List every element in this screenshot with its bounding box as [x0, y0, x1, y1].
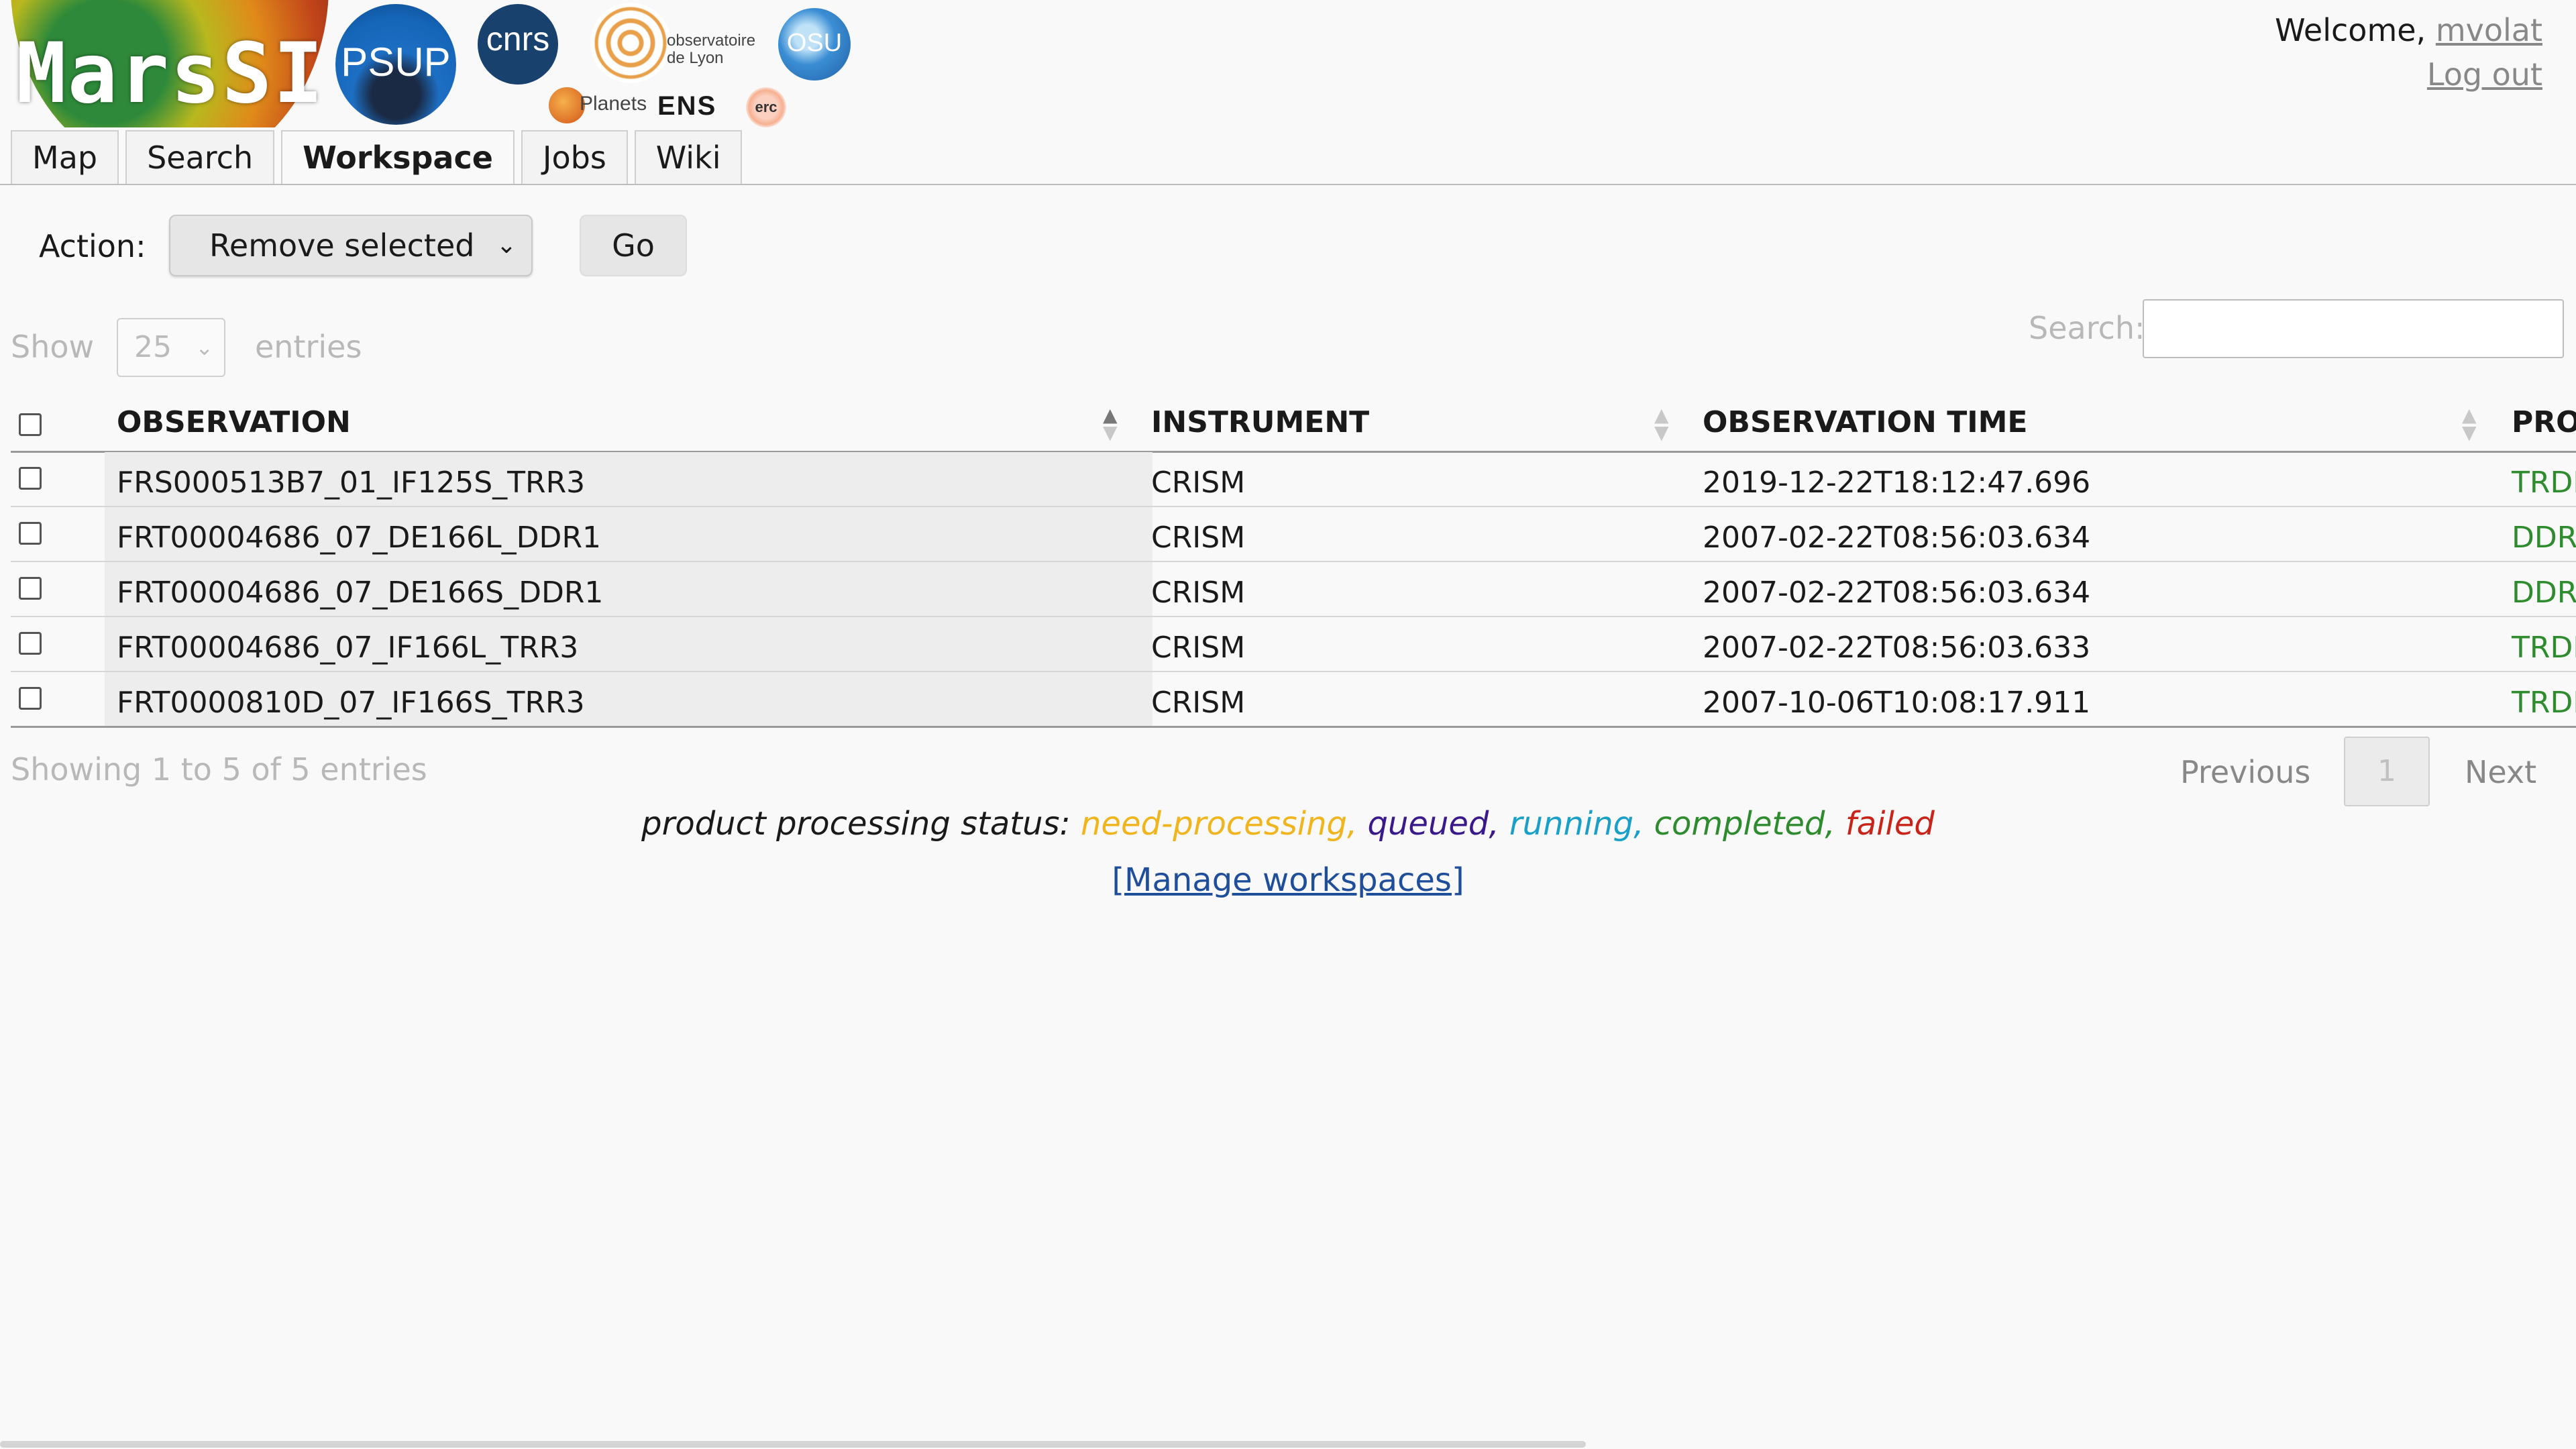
action-select-value: Remove selected	[209, 227, 475, 264]
main-tabs: Map Search Workspace Jobs Wiki	[11, 130, 749, 185]
column-header-observation[interactable]: OBSERVATION	[117, 405, 351, 439]
row-checkbox[interactable]	[19, 632, 42, 655]
entries-length-value: 25	[134, 330, 172, 364]
tab-map[interactable]: Map	[11, 130, 119, 184]
marssi-logo[interactable]: MarsSI	[11, 0, 329, 127]
row-observation-time: 2007-02-22T08:56:03.633	[1703, 631, 2091, 665]
psup-logo-text: PSUP	[341, 40, 451, 85]
chevron-down-icon: ⌄	[195, 335, 213, 360]
row-product[interactable]: DDR	[2512, 576, 2576, 610]
row-observation-time: 2007-02-22T08:56:03.634	[1703, 576, 2091, 610]
tab-workspace[interactable]: Workspace	[281, 130, 515, 184]
observatoire-lyon-text: observatoire de Lyon	[667, 32, 756, 67]
row-instrument: CRISM	[1151, 521, 1246, 555]
observatoire-lyon-logo[interactable]	[590, 3, 671, 83]
tab-divider	[0, 184, 2576, 185]
tab-jobs[interactable]: Jobs	[521, 130, 628, 184]
entries-label: entries	[255, 329, 362, 365]
action-select[interactable]: Remove selected ⌄	[169, 215, 533, 276]
go-button[interactable]: Go	[580, 215, 687, 276]
row-instrument: CRISM	[1151, 631, 1246, 665]
welcome-prefix: Welcome,	[2275, 12, 2426, 48]
tab-wiki[interactable]: Wiki	[634, 130, 743, 184]
row-product[interactable]: TRDR	[2512, 686, 2576, 720]
status-running: running,	[1509, 805, 1644, 843]
osu-logo[interactable]: OSU	[778, 8, 851, 80]
status-legend: product processing status: need-processi…	[0, 805, 2576, 843]
table-row[interactable]: FRT0000810D_07_IF166S_TRR3 CRISM 2007-10…	[11, 672, 2576, 726]
status-queued: queued,	[1367, 805, 1499, 843]
row-observation-time: 2019-12-22T18:12:47.696	[1703, 466, 2091, 500]
row-product[interactable]: TRDR	[2512, 631, 2576, 665]
marssi-logo-text: MarsSI	[16, 25, 325, 122]
table-row[interactable]: FRT00004686_07_IF166L_TRR3 CRISM 2007-02…	[11, 617, 2576, 672]
search-input[interactable]	[2143, 299, 2564, 358]
planets-logo-text[interactable]: Planets	[580, 93, 647, 115]
row-observation: FRT00004686_07_IF166L_TRR3	[117, 631, 579, 665]
row-observation: FRT00004686_07_DE166L_DDR1	[117, 521, 602, 555]
username-link[interactable]: mvolat	[2436, 12, 2542, 48]
next-page-button[interactable]: Next	[2465, 754, 2536, 790]
erc-logo[interactable]: erc	[746, 87, 786, 127]
manage-workspaces-link: [Manage workspaces]	[0, 861, 2576, 899]
row-product[interactable]: DDR	[2512, 521, 2576, 555]
psup-logo[interactable]: PSUP	[335, 4, 456, 125]
row-observation: FRT00004686_07_DE166S_DDR1	[117, 576, 604, 610]
row-observation: FRT0000810D_07_IF166S_TRR3	[117, 686, 585, 720]
welcome-text: Welcome, mvolat	[2275, 12, 2542, 48]
manage-workspaces-anchor[interactable]: [Manage workspaces]	[1112, 861, 1464, 899]
previous-page-button[interactable]: Previous	[2180, 754, 2310, 790]
row-observation-time: 2007-02-22T08:56:03.634	[1703, 521, 2091, 555]
row-checkbox[interactable]	[19, 467, 42, 490]
row-instrument: CRISM	[1151, 466, 1246, 500]
row-checkbox[interactable]	[19, 687, 42, 710]
show-label: Show	[11, 329, 95, 365]
table-bottom-divider	[11, 726, 2576, 728]
entries-length-select[interactable]: 25 ⌄	[117, 318, 225, 377]
sort-asc-icon[interactable]: ▲ ▼	[1103, 406, 1118, 442]
sort-both-icon[interactable]: ▲ ▼	[2462, 406, 2477, 442]
row-product[interactable]: TRDR	[2512, 466, 2576, 500]
chevron-down-icon: ⌄	[496, 231, 517, 259]
select-all-checkbox[interactable]	[19, 413, 42, 436]
column-header-observation-time[interactable]: OBSERVATION TIME	[1703, 405, 2027, 439]
page-1-button[interactable]: 1	[2344, 737, 2430, 806]
row-observation: FRS000513B7_01_IF125S_TRR3	[117, 466, 586, 500]
status-completed: completed,	[1654, 805, 1835, 843]
status-legend-prefix: product processing status:	[641, 805, 1071, 843]
logout-link[interactable]: Log out	[2427, 56, 2542, 93]
cnrs-logo[interactable]: cnrs	[478, 4, 558, 85]
status-need-processing: need-processing,	[1081, 805, 1358, 843]
search-label: Search:	[2029, 310, 2145, 346]
row-checkbox[interactable]	[19, 522, 42, 545]
sort-both-icon[interactable]: ▲ ▼	[1654, 406, 1669, 442]
table-row[interactable]: FRT00004686_07_DE166L_DDR1 CRISM 2007-02…	[11, 507, 2576, 562]
action-label: Action:	[39, 228, 146, 264]
table-row[interactable]: FRT00004686_07_DE166S_DDR1 CRISM 2007-02…	[11, 562, 2576, 617]
row-checkbox[interactable]	[19, 577, 42, 600]
row-instrument: CRISM	[1151, 576, 1246, 610]
row-observation-time: 2007-10-06T10:08:17.911	[1703, 686, 2091, 720]
table-info: Showing 1 to 5 of 5 entries	[11, 751, 427, 788]
column-header-instrument[interactable]: INSTRUMENT	[1151, 405, 1369, 439]
horizontal-scrollbar[interactable]	[0, 1441, 1586, 1448]
ens-logo[interactable]: ENS	[657, 91, 716, 121]
status-failed: failed	[1845, 805, 1935, 843]
tab-search[interactable]: Search	[125, 130, 275, 184]
column-header-product[interactable]: PROD	[2512, 405, 2576, 439]
table-row[interactable]: FRS000513B7_01_IF125S_TRR3 CRISM 2019-12…	[11, 452, 2576, 507]
row-instrument: CRISM	[1151, 686, 1246, 720]
